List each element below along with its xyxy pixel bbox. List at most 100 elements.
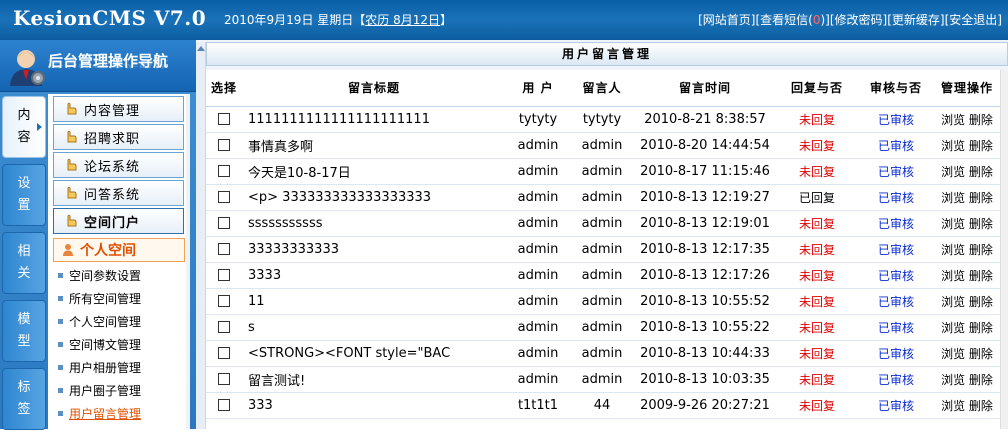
audit-status[interactable]: 已审核 xyxy=(858,132,934,159)
reply-status: 未回复 xyxy=(776,314,858,341)
audit-status[interactable]: 已审核 xyxy=(858,262,934,289)
scroll-up-arrow-icon[interactable] xyxy=(197,46,205,51)
message-title[interactable]: 1111111111111111111111 xyxy=(242,106,506,133)
delete-link[interactable]: 删除 xyxy=(969,269,993,283)
row-checkbox[interactable] xyxy=(218,295,230,307)
submenu-user-circles[interactable]: 用户圈子管理 xyxy=(54,379,186,402)
row-select-cell xyxy=(206,184,242,211)
audit-status[interactable]: 已审核 xyxy=(858,366,934,393)
message-title[interactable]: <STRONG><FONT style="BAC xyxy=(242,340,506,367)
audit-status[interactable]: 已审核 xyxy=(858,106,934,133)
menu-forum[interactable]: 论坛系统 xyxy=(53,152,184,178)
personal-space-submenu: 空间参数设置 所有空间管理 个人空间管理 空间博文管理 用户相册管理 用户圈子管… xyxy=(54,264,186,425)
message-poster: admin xyxy=(570,158,634,185)
row-checkbox[interactable] xyxy=(218,139,230,151)
audit-status[interactable]: 已审核 xyxy=(858,158,934,185)
row-select-cell xyxy=(206,288,242,315)
audit-status[interactable]: 已审核 xyxy=(858,340,934,367)
row-checkbox[interactable] xyxy=(218,165,230,177)
logout-link[interactable]: [安全退出] xyxy=(945,11,1002,28)
view-link[interactable]: 浏览 xyxy=(941,139,965,153)
menu-space-portal[interactable]: 空间门户 xyxy=(53,208,184,234)
delete-link[interactable]: 删除 xyxy=(969,217,993,231)
menu-qa[interactable]: 问答系统 xyxy=(53,180,184,206)
tab-settings[interactable]: 设置 xyxy=(2,164,46,226)
audit-status[interactable]: 已审核 xyxy=(858,392,934,419)
submenu-user-messages[interactable]: 用户留言管理 xyxy=(54,402,186,425)
row-checkbox[interactable] xyxy=(218,113,230,125)
delete-link[interactable]: 删除 xyxy=(969,191,993,205)
menu-recruitment[interactable]: 招聘求职 xyxy=(53,124,184,150)
delete-link[interactable]: 删除 xyxy=(969,347,993,361)
row-checkbox[interactable] xyxy=(218,347,230,359)
view-link[interactable]: 浏览 xyxy=(941,347,965,361)
row-actions: 浏览 删除 xyxy=(934,132,1000,159)
submenu-space-blogs[interactable]: 空间博文管理 xyxy=(54,333,186,356)
message-title[interactable]: s xyxy=(242,314,506,341)
view-link[interactable]: 浏览 xyxy=(941,295,965,309)
view-link[interactable]: 浏览 xyxy=(941,373,965,387)
view-link[interactable]: 浏览 xyxy=(941,113,965,127)
message-title[interactable]: 今天是10-8-17日 xyxy=(242,158,506,185)
submenu-personal-spaces[interactable]: 个人空间管理 xyxy=(54,310,186,333)
delete-link[interactable]: 删除 xyxy=(969,373,993,387)
view-link[interactable]: 浏览 xyxy=(941,217,965,231)
tab-tags[interactable]: 标签 xyxy=(2,368,46,430)
change-password-link[interactable]: [修改密码] xyxy=(830,11,887,28)
message-title[interactable]: 事情真多啊 xyxy=(242,132,506,159)
view-link[interactable]: 浏览 xyxy=(941,165,965,179)
row-checkbox[interactable] xyxy=(218,269,230,281)
submenu-all-spaces[interactable]: 所有空间管理 xyxy=(54,287,186,310)
message-title[interactable]: 333 xyxy=(242,392,506,419)
menu-forum-label: 论坛系统 xyxy=(84,159,141,175)
delete-link[interactable]: 删除 xyxy=(969,139,993,153)
row-checkbox[interactable] xyxy=(218,217,230,229)
submenu-space-settings[interactable]: 空间参数设置 xyxy=(54,264,186,287)
menu-scrollbar[interactable] xyxy=(186,94,190,429)
audit-status[interactable]: 已审核 xyxy=(858,184,934,211)
home-link[interactable]: [网站首页] xyxy=(698,11,755,28)
view-link[interactable]: 浏览 xyxy=(941,399,965,413)
row-checkbox[interactable] xyxy=(218,399,230,411)
row-checkbox[interactable] xyxy=(218,373,230,385)
submenu-user-albums[interactable]: 用户相册管理 xyxy=(54,356,186,379)
delete-link[interactable]: 删除 xyxy=(969,165,993,179)
message-title[interactable]: 3333 xyxy=(242,262,506,289)
message-title[interactable]: sssssssssss xyxy=(242,210,506,237)
table-row: <p> 333333333333333333 admin admin 2010-8-1… xyxy=(206,184,1000,211)
menu-content-manage[interactable]: 内容管理 xyxy=(53,96,184,122)
audit-status[interactable]: 已审核 xyxy=(858,210,934,237)
frame-splitter[interactable] xyxy=(196,42,206,429)
messages-link[interactable]: [查看短信(0)] xyxy=(755,11,829,28)
tab-related[interactable]: 相关 xyxy=(2,232,46,294)
audit-status[interactable]: 已审核 xyxy=(858,314,934,341)
view-link[interactable]: 浏览 xyxy=(941,269,965,283)
delete-link[interactable]: 删除 xyxy=(969,113,993,127)
view-link[interactable]: 浏览 xyxy=(941,191,965,205)
delete-link[interactable]: 删除 xyxy=(969,399,993,413)
row-checkbox[interactable] xyxy=(218,243,230,255)
reply-status: 未回复 xyxy=(776,158,858,185)
tab-model[interactable]: 模型 xyxy=(2,300,46,362)
message-title[interactable]: 33333333333 xyxy=(242,236,506,263)
message-title[interactable]: 11 xyxy=(242,288,506,315)
delete-link[interactable]: 删除 xyxy=(969,321,993,335)
message-title[interactable]: 留言测试! xyxy=(242,366,506,393)
view-link[interactable]: 浏览 xyxy=(941,321,965,335)
row-checkbox[interactable] xyxy=(218,321,230,333)
update-cache-link[interactable]: [更新缓存] xyxy=(887,11,944,28)
delete-link[interactable]: 删除 xyxy=(969,243,993,257)
message-time: 2009-9-26 20:27:21 xyxy=(634,392,776,419)
personal-space-header[interactable]: 个人空间 xyxy=(53,238,185,262)
message-title[interactable]: <p> 333333333333333333 xyxy=(242,184,506,211)
tab-active-arrow-icon xyxy=(37,123,42,131)
table-scrollbar[interactable] xyxy=(1000,70,1008,429)
delete-link[interactable]: 删除 xyxy=(969,295,993,309)
row-actions: 浏览 删除 xyxy=(934,366,1000,393)
lunar-date-link[interactable]: 农历 8月12日 xyxy=(365,13,440,27)
view-link[interactable]: 浏览 xyxy=(941,243,965,257)
audit-status[interactable]: 已审核 xyxy=(858,236,934,263)
tab-content[interactable]: 内容 xyxy=(2,96,46,158)
audit-status[interactable]: 已审核 xyxy=(858,288,934,315)
row-checkbox[interactable] xyxy=(218,191,230,203)
